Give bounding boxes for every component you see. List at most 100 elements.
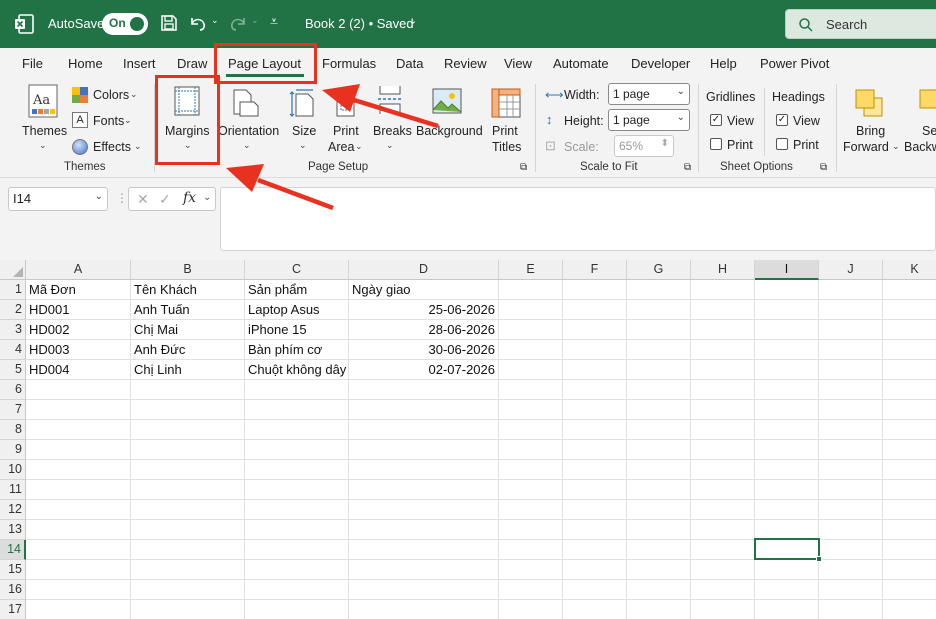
orientation-button[interactable]: Orientation ⌄ — [218, 82, 279, 156]
cell-b4[interactable]: Anh Đức — [131, 340, 244, 360]
row-header-2[interactable]: 2 — [0, 300, 26, 320]
height-select[interactable]: 1 page ⌄ — [608, 109, 690, 131]
row-header-17[interactable]: 17 — [0, 600, 26, 619]
column-header-j[interactable]: J — [819, 260, 883, 280]
print-area-button[interactable]: Print Area ⌄ — [325, 82, 365, 156]
print-titles-button[interactable]: Print Titles — [486, 82, 526, 156]
cell-c1[interactable]: Sản phẩm — [245, 280, 348, 300]
row-header-15[interactable]: 15 — [0, 560, 26, 580]
effects-button[interactable]: Effects ⌄ — [72, 138, 142, 156]
cell-a4[interactable]: HD003 — [26, 340, 130, 360]
cell-c3[interactable]: iPhone 15 — [245, 320, 348, 340]
sheet-options-dialog-launcher-icon[interactable]: ⧉ — [820, 162, 827, 173]
column-header-h[interactable]: H — [691, 260, 755, 280]
tab-review[interactable]: Review — [444, 56, 487, 71]
row-header-7[interactable]: 7 — [0, 400, 26, 420]
fx-chevron-down-icon[interactable]: ⌄ — [203, 192, 211, 203]
width-select[interactable]: 1 page ⌄ — [608, 83, 690, 105]
scale-dialog-launcher-icon[interactable]: ⧉ — [684, 162, 691, 173]
row-header-3[interactable]: 3 — [0, 320, 26, 340]
cell-c4[interactable]: Bàn phím cơ — [245, 340, 348, 360]
row-header-4[interactable]: 4 — [0, 340, 26, 360]
tab-automate[interactable]: Automate — [553, 56, 609, 71]
search-box[interactable]: Search — [785, 9, 936, 39]
save-icon[interactable] — [160, 14, 178, 32]
bring-forward-button[interactable]: Bring Forward ⌄ — [842, 82, 900, 156]
selected-cell-i14[interactable] — [754, 538, 820, 560]
cell-d3[interactable]: 28-06-2026 — [349, 320, 498, 340]
row-header-8[interactable]: 8 — [0, 420, 26, 440]
column-header-d[interactable]: D — [349, 260, 499, 280]
tab-data[interactable]: Data — [396, 56, 423, 71]
row-header-11[interactable]: 11 — [0, 480, 26, 500]
background-button[interactable]: Background — [414, 82, 483, 156]
cell-d2[interactable]: 25-06-2026 — [349, 300, 498, 320]
colors-button[interactable]: Colors ⌄ — [72, 86, 142, 104]
themes-icon: Aa — [28, 84, 58, 118]
undo-icon[interactable] — [188, 14, 208, 32]
headings-print-checkbox[interactable] — [776, 138, 788, 150]
gridlines-view-checkbox[interactable]: ✓ — [710, 114, 722, 126]
headings-view-checkbox[interactable]: ✓ — [776, 114, 788, 126]
tab-formulas[interactable]: Formulas — [322, 56, 376, 71]
cell-c5[interactable]: Chuột không dây — [245, 360, 348, 380]
column-header-e[interactable]: E — [499, 260, 563, 280]
cell-d1[interactable]: Ngày giao — [349, 280, 498, 300]
gridlines-print-checkbox[interactable] — [710, 138, 722, 150]
row-header-6[interactable]: 6 — [0, 380, 26, 400]
tab-draw[interactable]: Draw — [177, 56, 207, 71]
row-header-9[interactable]: 9 — [0, 440, 26, 460]
breaks-button[interactable]: Breaks ⌄ — [370, 82, 412, 156]
cell-d5[interactable]: 02-07-2026 — [349, 360, 498, 380]
customize-toolbar-icon[interactable]: ⩡ — [270, 13, 278, 30]
tab-home[interactable]: Home — [68, 56, 103, 71]
undo-dropdown-icon[interactable]: ⌄ — [211, 15, 219, 26]
column-header-c[interactable]: C — [245, 260, 349, 280]
cell-b2[interactable]: Anh Tuấn — [131, 300, 244, 320]
row-header-16[interactable]: 16 — [0, 580, 26, 600]
cell-b5[interactable]: Chị Linh — [131, 360, 244, 380]
tab-file[interactable]: File — [22, 56, 43, 71]
insert-function-icon[interactable]: fx — [183, 190, 196, 206]
column-header-i[interactable]: I — [755, 260, 819, 280]
breaks-icon — [378, 86, 402, 114]
cell-b3[interactable]: Chị Mai — [131, 320, 244, 340]
formula-input[interactable] — [220, 187, 936, 251]
row-header-12[interactable]: 12 — [0, 500, 26, 520]
cell-a1[interactable]: Mã Đơn — [26, 280, 130, 300]
tab-developer[interactable]: Developer — [631, 56, 690, 71]
column-header-g[interactable]: G — [627, 260, 691, 280]
tab-help[interactable]: Help — [710, 56, 737, 71]
fill-handle[interactable] — [816, 556, 822, 562]
column-header-k[interactable]: K — [883, 260, 936, 280]
cell-a3[interactable]: HD002 — [26, 320, 130, 340]
cell-d4[interactable]: 30-06-2026 — [349, 340, 498, 360]
autosave-toggle[interactable]: On — [102, 13, 148, 35]
breaks-chevron-down-icon: ⌄ — [386, 140, 394, 150]
tab-view[interactable]: View — [504, 56, 532, 71]
name-box[interactable]: I14 ⌄ — [8, 187, 108, 211]
page-setup-dialog-launcher-icon[interactable]: ⧉ — [520, 162, 527, 173]
column-header-a[interactable]: A — [26, 260, 131, 280]
row-header-1[interactable]: 1 — [0, 280, 26, 300]
select-all-button[interactable] — [0, 260, 26, 280]
row-header-13[interactable]: 13 — [0, 520, 26, 540]
cell-c2[interactable]: Laptop Asus — [245, 300, 348, 320]
cell-a2[interactable]: HD001 — [26, 300, 130, 320]
row-header-10[interactable]: 10 — [0, 460, 26, 480]
column-header-f[interactable]: F — [563, 260, 627, 280]
title-chevron-down-icon[interactable]: ⌄ — [408, 14, 417, 27]
tab-power-pivot[interactable]: Power Pivot — [760, 56, 829, 71]
cell-a5[interactable]: HD004 — [26, 360, 130, 380]
cell-b1[interactable]: Tên Khách — [131, 280, 244, 300]
background-image-icon — [432, 88, 462, 114]
document-title[interactable]: Book 2 (2) • Saved — [305, 16, 414, 31]
row-header-5[interactable]: 5 — [0, 360, 26, 380]
send-backward-button[interactable]: Se Backw — [904, 82, 936, 156]
row-header-14[interactable]: 14 — [0, 540, 26, 560]
column-header-b[interactable]: B — [131, 260, 245, 280]
fonts-button[interactable]: A Fonts ⌄ — [72, 112, 142, 130]
themes-button[interactable]: Aa Themes ⌄ — [18, 82, 68, 152]
size-button[interactable]: Size ⌄ — [284, 82, 320, 156]
tab-insert[interactable]: Insert — [123, 56, 156, 71]
